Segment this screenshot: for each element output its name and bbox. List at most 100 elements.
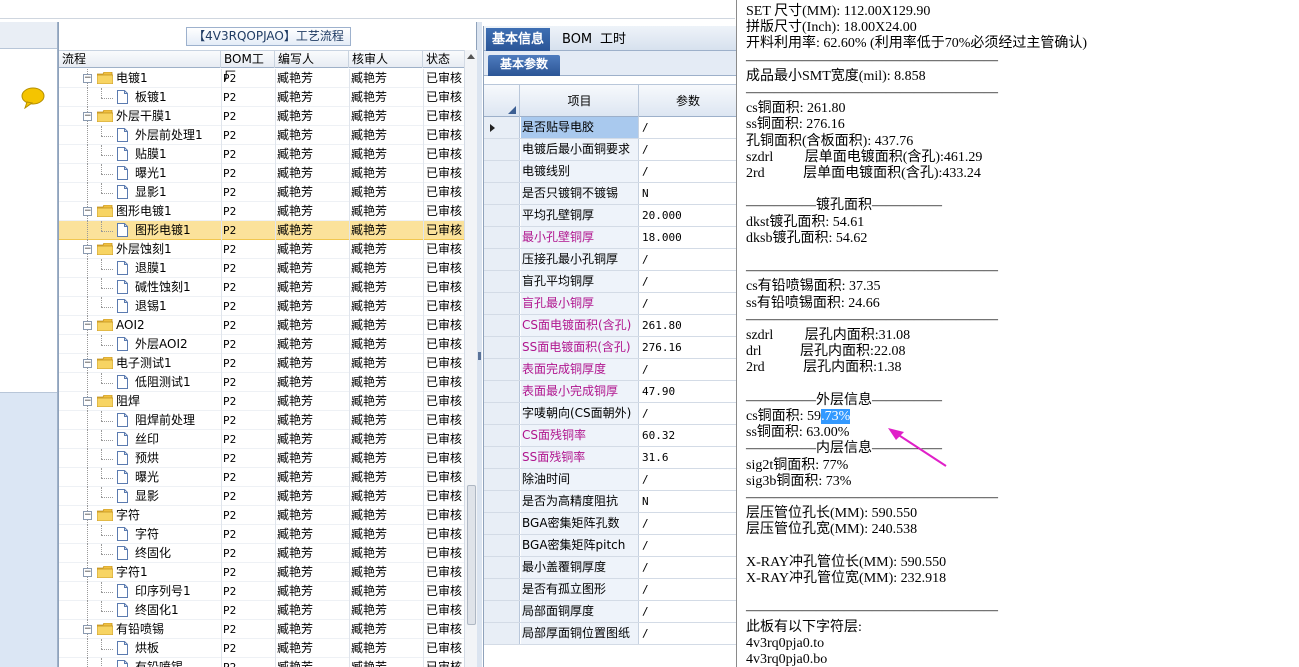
- tree-row[interactable]: 阻焊前处理 P2 臧艳芳 臧艳芳 已审核: [59, 411, 464, 430]
- row-indicator[interactable]: [484, 315, 520, 336]
- param-row[interactable]: 局部厚面铜位置图纸 /: [484, 623, 736, 645]
- tree-row[interactable]: − AOI2 P2 臧艳芳 臧艳芳 已审核: [59, 316, 464, 335]
- param-row[interactable]: BGA密集矩阵孔数 /: [484, 513, 736, 535]
- param-row[interactable]: 是否贴导电胶 /: [484, 117, 736, 139]
- tab-bom[interactable]: BOM: [556, 28, 598, 51]
- tree-row[interactable]: 板镀1 P2 臧艳芳 臧艳芳 已审核: [59, 88, 464, 107]
- tree-row[interactable]: − 外层蚀刻1 P2 臧艳芳 臧艳芳 已审核: [59, 240, 464, 259]
- expand-icon[interactable]: −: [83, 397, 92, 406]
- tree-row[interactable]: − 字符1 P2 臧艳芳 臧艳芳 已审核: [59, 563, 464, 582]
- row-indicator[interactable]: [484, 249, 520, 270]
- param-row[interactable]: SS面电镀面积(含孔) 276.16: [484, 337, 736, 359]
- param-row[interactable]: 压接孔最小孔铜厚 /: [484, 249, 736, 271]
- expand-icon[interactable]: −: [83, 568, 92, 577]
- row-indicator[interactable]: [484, 139, 520, 160]
- param-value[interactable]: /: [640, 249, 736, 270]
- param-value[interactable]: /: [640, 117, 736, 138]
- tree-row[interactable]: − 图形电镀1 P2 臧艳芳 臧艳芳 已审核: [59, 202, 464, 221]
- col-reviewer[interactable]: 核审人: [349, 51, 423, 68]
- tree-row[interactable]: 终固化 P2 臧艳芳 臧艳芳 已审核: [59, 544, 464, 563]
- subtab-basic-params[interactable]: 基本参数: [488, 55, 561, 76]
- row-indicator[interactable]: [484, 469, 520, 490]
- param-row[interactable]: 平均孔壁铜厚 20.000: [484, 205, 736, 227]
- param-row[interactable]: CS面电镀面积(含孔) 261.80: [484, 315, 736, 337]
- tree-row[interactable]: − 电子测试1 P2 臧艳芳 臧艳芳 已审核: [59, 354, 464, 373]
- expand-icon[interactable]: −: [83, 112, 92, 121]
- param-value[interactable]: /: [640, 579, 736, 600]
- expand-icon[interactable]: −: [83, 245, 92, 254]
- param-row[interactable]: 除油时间 /: [484, 469, 736, 491]
- row-indicator[interactable]: [484, 601, 520, 622]
- tree-row[interactable]: 曝光 P2 臧艳芳 臧艳芳 已审核: [59, 468, 464, 487]
- param-row[interactable]: 最小盖覆铜厚度 /: [484, 557, 736, 579]
- tree-row[interactable]: 低阻测试1 P2 臧艳芳 臧艳芳 已审核: [59, 373, 464, 392]
- param-row[interactable]: 是否只镀铜不镀锡 N: [484, 183, 736, 205]
- param-row[interactable]: CS面残铜率 60.32: [484, 425, 736, 447]
- tab-basic-info[interactable]: 基本信息: [486, 28, 551, 51]
- col-status[interactable]: 状态: [423, 51, 464, 68]
- row-indicator[interactable]: [484, 381, 520, 402]
- row-indicator[interactable]: [484, 117, 520, 138]
- param-value[interactable]: /: [640, 601, 736, 622]
- col-bom[interactable]: BOM工厂: [221, 51, 275, 83]
- row-indicator[interactable]: [484, 403, 520, 424]
- param-row[interactable]: 最小孔壁铜厚 18.000: [484, 227, 736, 249]
- scroll-thumb[interactable]: [467, 485, 476, 625]
- param-value[interactable]: N: [640, 491, 736, 512]
- param-value[interactable]: 261.80: [640, 315, 736, 336]
- expand-icon[interactable]: −: [83, 321, 92, 330]
- expand-icon[interactable]: −: [83, 74, 92, 83]
- report-text-window[interactable]: SET 尺寸(MM): 112.00X129.90 拼版尺寸(Inch): 18.…: [736, 0, 1299, 667]
- param-value[interactable]: /: [640, 469, 736, 490]
- tree-row[interactable]: 碱性蚀刻1 P2 臧艳芳 臧艳芳 已审核: [59, 278, 464, 297]
- row-indicator[interactable]: [484, 557, 520, 578]
- param-value[interactable]: /: [640, 161, 736, 182]
- expand-icon[interactable]: −: [83, 359, 92, 368]
- param-value[interactable]: 276.16: [640, 337, 736, 358]
- param-row[interactable]: 电镀后最小面铜要求 /: [484, 139, 736, 161]
- col-item[interactable]: 项目: [521, 85, 639, 117]
- tree-row[interactable]: 预烘 P2 臧艳芳 臧艳芳 已审核: [59, 449, 464, 468]
- param-value[interactable]: /: [640, 557, 736, 578]
- param-value[interactable]: 18.000: [640, 227, 736, 248]
- tree-row[interactable]: 有铅喷锡P2臧艳芳臧艳芳已审核: [59, 658, 464, 667]
- tree-row[interactable]: 终固化1 P2 臧艳芳 臧艳芳 已审核: [59, 601, 464, 620]
- tree-row[interactable]: 贴膜1 P2 臧艳芳 臧艳芳 已审核: [59, 145, 464, 164]
- tree-row[interactable]: 外层AOI2 P2 臧艳芳 臧艳芳 已审核: [59, 335, 464, 354]
- param-value[interactable]: /: [640, 139, 736, 160]
- tree-row[interactable]: 图形电镀1 P2 臧艳芳 臧艳芳 已审核: [59, 221, 464, 240]
- tree-row[interactable]: 显影1 P2 臧艳芳 臧艳芳 已审核: [59, 183, 464, 202]
- row-indicator[interactable]: [484, 293, 520, 314]
- row-indicator[interactable]: [484, 205, 520, 226]
- param-row[interactable]: 盲孔最小铜厚 /: [484, 293, 736, 315]
- param-value[interactable]: 47.90: [640, 381, 736, 402]
- param-row[interactable]: 表面完成铜厚度 /: [484, 359, 736, 381]
- param-value[interactable]: /: [640, 293, 736, 314]
- tab-work-hours[interactable]: 工时: [594, 28, 632, 51]
- param-row[interactable]: 是否为高精度阻抗 N: [484, 491, 736, 513]
- row-indicator[interactable]: [484, 161, 520, 182]
- row-indicator[interactable]: [484, 491, 520, 512]
- param-row[interactable]: 字唛朝向(CS面朝外) /: [484, 403, 736, 425]
- param-value[interactable]: 20.000: [640, 205, 736, 226]
- expand-icon[interactable]: −: [83, 625, 92, 634]
- param-value[interactable]: /: [640, 403, 736, 424]
- tree-row[interactable]: 印序列号1 P2 臧艳芳 臧艳芳 已审核: [59, 582, 464, 601]
- grid-corner[interactable]: [484, 85, 520, 117]
- param-row[interactable]: 是否有孤立图形 /: [484, 579, 736, 601]
- param-row[interactable]: 局部面铜厚度 /: [484, 601, 736, 623]
- param-row[interactable]: 电镀线别 /: [484, 161, 736, 183]
- tree-row[interactable]: 丝印 P2 臧艳芳 臧艳芳 已审核: [59, 430, 464, 449]
- tree-row[interactable]: − 有铅喷锡 P2 臧艳芳 臧艳芳 已审核: [59, 620, 464, 639]
- tree-row[interactable]: 烘板 P2 臧艳芳 臧艳芳 已审核: [59, 639, 464, 658]
- tree-row[interactable]: − 阻焊 P2 臧艳芳 臧艳芳 已审核: [59, 392, 464, 411]
- tree-row[interactable]: − 外层干膜1 P2 臧艳芳 臧艳芳 已审核: [59, 107, 464, 126]
- param-row[interactable]: 盲孔平均铜厚 /: [484, 271, 736, 293]
- tree-row[interactable]: 退锡1 P2 臧艳芳 臧艳芳 已审核: [59, 297, 464, 316]
- param-value[interactable]: /: [640, 535, 736, 556]
- row-indicator[interactable]: [484, 271, 520, 292]
- row-indicator[interactable]: [484, 535, 520, 556]
- param-row[interactable]: SS面残铜率 31.6: [484, 447, 736, 469]
- scroll-up-icon[interactable]: [467, 54, 475, 59]
- row-indicator[interactable]: [484, 425, 520, 446]
